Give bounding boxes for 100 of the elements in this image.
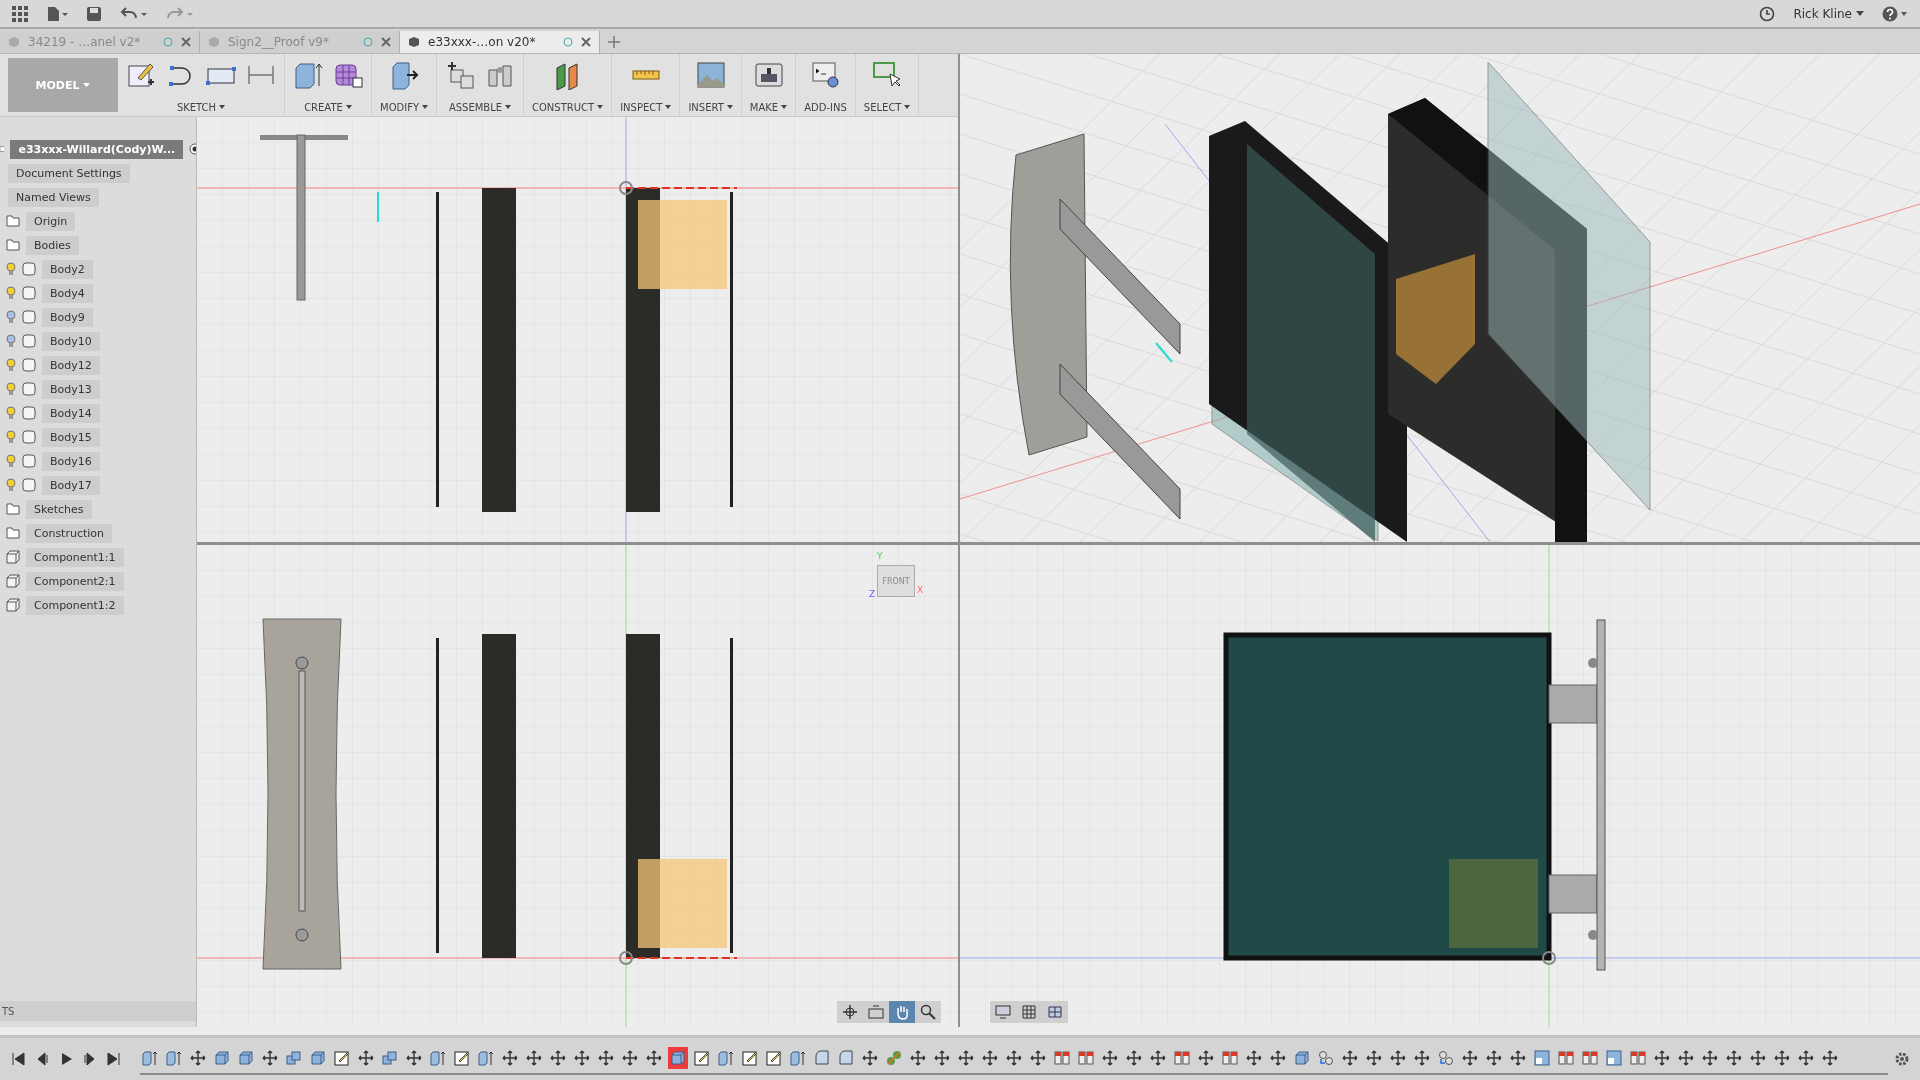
browser-item[interactable]: Body9 <box>42 307 93 327</box>
browser-item[interactable]: e33xxx-Willard(Cody)W... <box>10 139 184 159</box>
browser-item[interactable]: Component1:1 <box>26 547 124 567</box>
browser-item[interactable]: Component1:2 <box>26 595 124 615</box>
caret-icon[interactable] <box>904 105 911 110</box>
align-icon <box>1174 1050 1190 1066</box>
browser-item[interactable]: Body16 <box>42 451 100 471</box>
move-icon <box>862 1050 878 1066</box>
extrude-icon[interactable] <box>293 60 323 90</box>
browser-item[interactable]: Body13 <box>42 379 100 399</box>
axis-label: Y <box>877 551 883 561</box>
move-icon <box>1750 1050 1766 1066</box>
tool-group-menu[interactable]: CREATE <box>304 102 343 113</box>
browser-item[interactable]: Document Settings <box>8 163 130 183</box>
move-icon <box>934 1050 950 1066</box>
component-icon[interactable] <box>445 60 475 90</box>
cube-icon <box>408 36 420 48</box>
browser-item[interactable]: Body15 <box>42 427 100 447</box>
browser-item[interactable]: Construction <box>26 523 113 543</box>
move-icon <box>1390 1050 1406 1066</box>
caret-icon[interactable] <box>345 105 352 110</box>
panel-footer-label: TS <box>0 1001 196 1021</box>
status-circle-icon <box>163 37 173 47</box>
browser-item[interactable]: Sketches <box>26 499 92 519</box>
sketch-icon <box>742 1050 758 1066</box>
document-tab[interactable]: e33xxx-…on v20* <box>400 31 600 53</box>
component-icon <box>6 574 20 588</box>
move-icon <box>646 1050 662 1066</box>
folder-icon <box>6 503 20 515</box>
light-bulb-icon[interactable] <box>6 286 16 300</box>
browser-item[interactable]: Component2:1 <box>26 571 124 591</box>
browser-item[interactable]: Body4 <box>42 283 93 303</box>
tool-group-menu[interactable]: MAKE <box>749 102 779 113</box>
component-icon <box>6 598 20 612</box>
light-bulb-icon[interactable] <box>6 334 16 348</box>
light-bulb-icon[interactable] <box>6 358 16 372</box>
browser-item[interactable]: Bodies <box>26 235 79 255</box>
move-icon <box>358 1050 374 1066</box>
caret-icon[interactable] <box>505 105 512 110</box>
radio-icon[interactable] <box>189 143 196 155</box>
tool-group-menu[interactable]: ADD-INS <box>804 102 847 113</box>
browser-item[interactable]: Named Views <box>8 187 99 207</box>
caret-icon[interactable] <box>781 105 788 110</box>
sketch-icon <box>694 1050 710 1066</box>
printer-icon[interactable] <box>753 60 784 90</box>
browser-item[interactable]: Origin <box>26 211 76 231</box>
move-icon <box>598 1050 614 1066</box>
press-pull-icon[interactable] <box>389 60 419 90</box>
move-icon <box>1462 1050 1478 1066</box>
tool-group-menu[interactable]: SELECT <box>863 102 902 113</box>
browser-item[interactable]: Body10 <box>42 331 100 351</box>
body-icon <box>22 406 36 420</box>
move-icon <box>1654 1050 1670 1066</box>
light-bulb-icon[interactable] <box>6 310 16 324</box>
app-grid-icon[interactable] <box>12 5 28 22</box>
tool-group-menu[interactable]: INSERT <box>688 102 724 113</box>
move-icon <box>1414 1050 1430 1066</box>
status-circle-icon <box>563 37 573 47</box>
move-icon <box>526 1050 542 1066</box>
close-icon[interactable] <box>581 37 591 47</box>
light-bulb-icon[interactable] <box>6 382 16 396</box>
file-menu-icon[interactable] <box>46 5 68 22</box>
browser-item[interactable]: Body14 <box>42 403 100 423</box>
move-icon <box>982 1050 998 1066</box>
tool-group-menu[interactable]: INSPECT <box>620 102 663 113</box>
tool-group-menu[interactable]: SKETCH <box>176 102 217 113</box>
light-bulb-icon[interactable] <box>6 430 16 444</box>
help-icon[interactable] <box>1882 5 1908 22</box>
move-icon <box>1774 1050 1790 1066</box>
rigid-group-icon <box>1438 1050 1454 1066</box>
tool-group-menu[interactable]: CONSTRUCT <box>532 102 595 113</box>
save-icon[interactable] <box>86 5 102 22</box>
browser-item[interactable]: Body12 <box>42 355 100 375</box>
move-icon <box>1678 1050 1694 1066</box>
body-icon <box>22 454 36 468</box>
body-icon <box>22 478 36 492</box>
script-icon[interactable] <box>810 60 841 90</box>
light-bulb-icon[interactable] <box>6 406 16 420</box>
caret-icon[interactable] <box>726 105 733 110</box>
close-icon[interactable] <box>381 37 391 47</box>
body-icon <box>22 262 36 276</box>
caret-icon[interactable] <box>219 105 226 110</box>
close-icon[interactable] <box>181 37 191 47</box>
align-icon <box>1630 1050 1646 1066</box>
caret-icon[interactable] <box>597 105 604 110</box>
light-bulb-icon[interactable] <box>6 262 16 276</box>
browser-item[interactable]: Body17 <box>42 475 100 495</box>
light-bulb-icon[interactable] <box>6 478 16 492</box>
user-menu[interactable]: Rick Kline <box>1793 6 1864 21</box>
clock-icon[interactable] <box>1759 5 1776 22</box>
caret-icon[interactable] <box>665 105 672 110</box>
move-icon <box>1798 1050 1814 1066</box>
tool-group-menu[interactable]: MODIFY <box>380 102 419 113</box>
light-bulb-icon[interactable] <box>6 454 16 468</box>
tool-group-menu[interactable]: ASSEMBLE <box>448 102 503 113</box>
image-icon[interactable] <box>695 60 726 90</box>
document-icon <box>0 144 5 154</box>
browser-item[interactable]: Body2 <box>42 259 93 279</box>
caret-icon[interactable] <box>422 105 428 110</box>
caret-icon[interactable] <box>1856 10 1864 17</box>
